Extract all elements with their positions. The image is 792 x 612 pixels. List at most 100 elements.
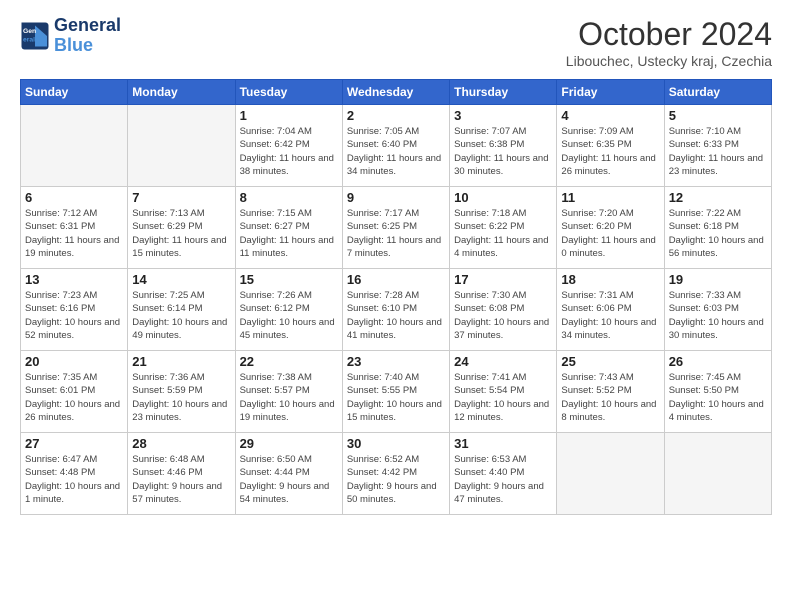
day-number: 26 [669,354,767,369]
calendar-cell: 18Sunrise: 7:31 AMSunset: 6:06 PMDayligh… [557,269,664,351]
day-number: 14 [132,272,230,287]
weekday-header-friday: Friday [557,80,664,105]
calendar-cell: 10 Sunrise: 7:18 AMSunset: 6:22 PMDayligh… [450,187,557,269]
calendar-cell: 28 Sunrise: 6:48 AMSunset: 4:46 PMDayligh… [128,433,235,515]
calendar-cell: 26 Sunrise: 7:45 AMSunset: 5:50 PMDayligh… [664,351,771,433]
day-info: Sunrise: 7:41 AMSunset: 5:54 PMDaylight:… [454,371,552,424]
calendar-week-2: 13 Sunrise: 7:23 AMSunset: 6:16 PMDayligh… [21,269,772,351]
day-number: 23 [347,354,445,369]
calendar-cell [664,433,771,515]
calendar-body: 1Sunrise: 7:04 AMSunset: 6:42 PMDaylight… [21,105,772,515]
calendar-table: SundayMondayTuesdayWednesdayThursdayFrid… [20,79,772,515]
day-info: Sunrise: 7:36 AMSunset: 5:59 PMDaylight:… [132,371,230,424]
day-number: 19 [669,272,767,287]
weekday-row: SundayMondayTuesdayWednesdayThursdayFrid… [21,80,772,105]
day-info: Sunrise: 7:04 AMSunset: 6:42 PMDaylight:… [240,125,338,178]
day-number: 18 [561,272,659,287]
day-info: Sunrise: 7:38 AMSunset: 5:57 PMDaylight:… [240,371,338,424]
calendar-cell: 1Sunrise: 7:04 AMSunset: 6:42 PMDaylight… [235,105,342,187]
day-info: Sunrise: 7:09 AMSunset: 6:35 PMDaylight:… [561,125,659,178]
day-info: Sunrise: 7:17 AMSunset: 6:25 PMDaylight:… [347,207,445,260]
day-number: 3 [454,108,552,123]
day-number: 29 [240,436,338,451]
calendar-cell [128,105,235,187]
day-info: Sunrise: 7:10 AMSunset: 6:33 PMDaylight:… [669,125,767,178]
day-number: 22 [240,354,338,369]
calendar-cell: 6Sunrise: 7:12 AMSunset: 6:31 PMDaylight… [21,187,128,269]
calendar-cell: 30 Sunrise: 6:52 AMSunset: 4:42 PMDayligh… [342,433,449,515]
weekday-header-tuesday: Tuesday [235,80,342,105]
day-info: Sunrise: 7:30 AMSunset: 6:08 PMDaylight:… [454,289,552,342]
day-number: 11 [561,190,659,205]
calendar-cell: 3 Sunrise: 7:07 AMSunset: 6:38 PMDaylight… [450,105,557,187]
day-info: Sunrise: 7:22 AMSunset: 6:18 PMDaylight:… [669,207,767,260]
logo-line1: General [54,16,121,36]
calendar-cell: 15Sunrise: 7:26 AMSunset: 6:12 PMDayligh… [235,269,342,351]
title-block: October 2024 Libouchec, Ustecky kraj, Cz… [566,16,772,69]
day-info: Sunrise: 6:50 AMSunset: 4:44 PMDaylight:… [240,453,338,506]
day-info: Sunrise: 7:40 AMSunset: 5:55 PMDaylight:… [347,371,445,424]
day-number: 17 [454,272,552,287]
day-info: Sunrise: 7:28 AMSunset: 6:10 PMDaylight:… [347,289,445,342]
day-info: Sunrise: 7:45 AMSunset: 5:50 PMDaylight:… [669,371,767,424]
day-number: 31 [454,436,552,451]
day-info: Sunrise: 6:52 AMSunset: 4:42 PMDaylight:… [347,453,445,506]
day-number: 13 [25,272,123,287]
weekday-header-thursday: Thursday [450,80,557,105]
calendar-cell: 13 Sunrise: 7:23 AMSunset: 6:16 PMDayligh… [21,269,128,351]
calendar-cell: 16 Sunrise: 7:28 AMSunset: 6:10 PMDayligh… [342,269,449,351]
logo: Gen eral General Blue [20,16,121,56]
day-info: Sunrise: 7:25 AMSunset: 6:14 PMDaylight:… [132,289,230,342]
calendar-week-0: 1Sunrise: 7:04 AMSunset: 6:42 PMDaylight… [21,105,772,187]
svg-text:Gen: Gen [23,28,36,35]
calendar-week-1: 6Sunrise: 7:12 AMSunset: 6:31 PMDaylight… [21,187,772,269]
calendar-cell: 4Sunrise: 7:09 AMSunset: 6:35 PMDaylight… [557,105,664,187]
calendar-cell: 8Sunrise: 7:15 AMSunset: 6:27 PMDaylight… [235,187,342,269]
svg-text:eral: eral [23,36,35,43]
calendar-cell: 24 Sunrise: 7:41 AMSunset: 5:54 PMDayligh… [450,351,557,433]
calendar-cell: 7Sunrise: 7:13 AMSunset: 6:29 PMDaylight… [128,187,235,269]
day-info: Sunrise: 6:47 AMSunset: 4:48 PMDaylight:… [25,453,123,506]
day-info: Sunrise: 7:07 AMSunset: 6:38 PMDaylight:… [454,125,552,178]
day-number: 24 [454,354,552,369]
day-number: 30 [347,436,445,451]
day-info: Sunrise: 6:53 AMSunset: 4:40 PMDaylight:… [454,453,552,506]
calendar-cell: 9Sunrise: 7:17 AMSunset: 6:25 PMDaylight… [342,187,449,269]
weekday-header-monday: Monday [128,80,235,105]
logo-line2: Blue [54,36,121,56]
day-number: 12 [669,190,767,205]
calendar-cell: 5Sunrise: 7:10 AMSunset: 6:33 PMDaylight… [664,105,771,187]
day-info: Sunrise: 7:33 AMSunset: 6:03 PMDaylight:… [669,289,767,342]
day-number: 16 [347,272,445,287]
day-number: 20 [25,354,123,369]
header: Gen eral General Blue October 2024 Libou… [20,16,772,69]
weekday-header-wednesday: Wednesday [342,80,449,105]
day-info: Sunrise: 7:23 AMSunset: 6:16 PMDaylight:… [25,289,123,342]
day-number: 21 [132,354,230,369]
day-info: Sunrise: 7:43 AMSunset: 5:52 PMDaylight:… [561,371,659,424]
day-info: Sunrise: 7:13 AMSunset: 6:29 PMDaylight:… [132,207,230,260]
day-number: 27 [25,436,123,451]
calendar-week-3: 20 Sunrise: 7:35 AMSunset: 6:01 PMDayligh… [21,351,772,433]
calendar-cell: 11 Sunrise: 7:20 AMSunset: 6:20 PMDayligh… [557,187,664,269]
day-info: Sunrise: 7:15 AMSunset: 6:27 PMDaylight:… [240,207,338,260]
day-info: Sunrise: 7:35 AMSunset: 6:01 PMDaylight:… [25,371,123,424]
calendar-header: SundayMondayTuesdayWednesdayThursdayFrid… [21,80,772,105]
page: Gen eral General Blue October 2024 Libou… [0,0,792,525]
day-number: 15 [240,272,338,287]
calendar-cell: 31 Sunrise: 6:53 AMSunset: 4:40 PMDayligh… [450,433,557,515]
day-info: Sunrise: 7:18 AMSunset: 6:22 PMDaylight:… [454,207,552,260]
calendar-cell: 20 Sunrise: 7:35 AMSunset: 6:01 PMDayligh… [21,351,128,433]
calendar-cell: 25Sunrise: 7:43 AMSunset: 5:52 PMDayligh… [557,351,664,433]
calendar-cell [21,105,128,187]
calendar-cell: 14 Sunrise: 7:25 AMSunset: 6:14 PMDayligh… [128,269,235,351]
calendar-cell: 17 Sunrise: 7:30 AMSunset: 6:08 PMDayligh… [450,269,557,351]
calendar-cell: 2Sunrise: 7:05 AMSunset: 6:40 PMDaylight… [342,105,449,187]
day-number: 10 [454,190,552,205]
day-number: 28 [132,436,230,451]
calendar-week-4: 27 Sunrise: 6:47 AMSunset: 4:48 PMDayligh… [21,433,772,515]
day-info: Sunrise: 7:12 AMSunset: 6:31 PMDaylight:… [25,207,123,260]
day-info: Sunrise: 6:48 AMSunset: 4:46 PMDaylight:… [132,453,230,506]
day-info: Sunrise: 7:20 AMSunset: 6:20 PMDaylight:… [561,207,659,260]
calendar-cell: 29 Sunrise: 6:50 AMSunset: 4:44 PMDayligh… [235,433,342,515]
